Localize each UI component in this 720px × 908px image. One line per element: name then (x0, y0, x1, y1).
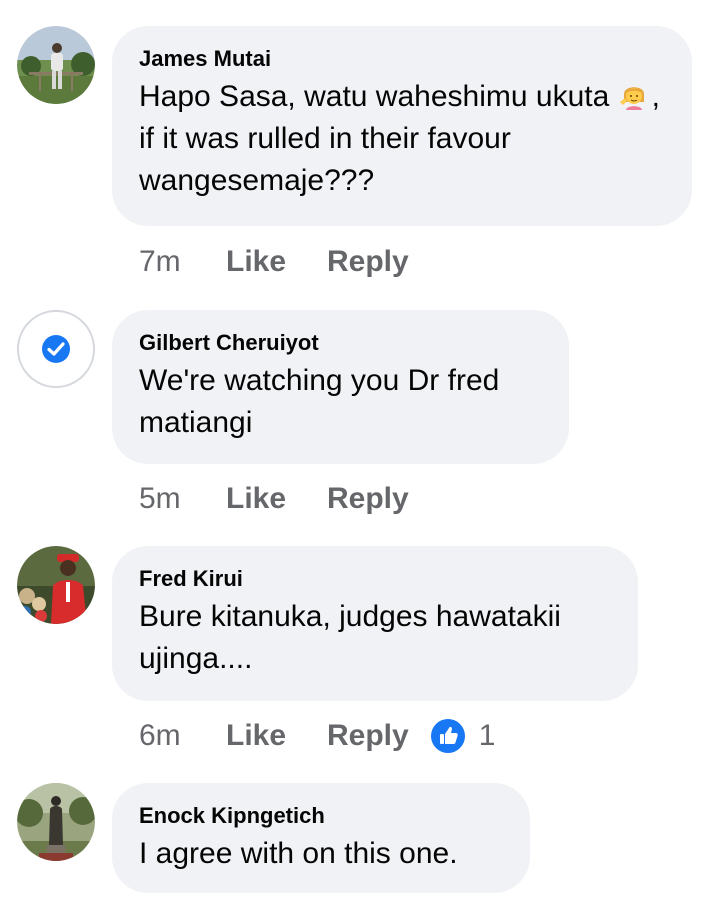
reply-button[interactable]: Reply (327, 482, 409, 516)
avatar-photo (17, 26, 95, 104)
comment-timestamp[interactable]: 6m (139, 719, 226, 753)
avatar-fred-kirui[interactable] (17, 546, 95, 624)
comment-timestamp[interactable]: 7m (139, 245, 226, 279)
comment-text: Hapo Sasa, watu waheshimu ukuta , if it … (139, 76, 664, 202)
comment-timestamp[interactable]: 5m (139, 482, 226, 516)
comment-bubble: James Mutai Hapo Sasa, watu waheshimu uk… (112, 26, 692, 226)
comment-actions: 5m Like Reply (139, 481, 409, 517)
comment-author[interactable]: Enock Kipngetich (139, 803, 502, 829)
comment-text: We're watching you Dr fred matiangi (139, 364, 500, 439)
avatar-james-mutai[interactable] (17, 26, 95, 104)
comment-author[interactable]: James Mutai (139, 46, 664, 72)
avatar-gilbert-cheruiyot[interactable] (17, 310, 95, 388)
comment-actions: 6m Like Reply 1 (139, 718, 495, 754)
comment-text: I agree with on this one. (139, 837, 458, 870)
check-circle-icon (42, 335, 70, 363)
comment-bubble: Fred Kirui Bure kitanuka, judges hawatak… (112, 546, 638, 701)
comment-author[interactable]: Fred Kirui (139, 566, 610, 592)
avatar-photo (17, 783, 95, 861)
comment-actions: 7m Like Reply (139, 244, 409, 280)
like-reaction-icon (430, 719, 465, 753)
avatar-photo (17, 546, 95, 624)
comment-bubble: Gilbert Cheruiyot We're watching you Dr … (112, 310, 569, 464)
comment-author[interactable]: Gilbert Cheruiyot (139, 330, 541, 356)
reactions-summary[interactable]: 1 (430, 719, 496, 753)
reaction-count: 1 (478, 719, 496, 752)
comment-text-part: Hapo Sasa, watu waheshimu ukuta (139, 80, 618, 113)
like-button[interactable]: Like (226, 245, 327, 279)
avatar-enock-kipngetich[interactable] (17, 783, 95, 861)
like-button[interactable]: Like (226, 719, 327, 753)
person-tipping-hand-icon (618, 80, 650, 112)
comment-text: Bure kitanuka, judges hawatakii ujinga..… (139, 600, 561, 675)
reply-button[interactable]: Reply (327, 245, 409, 279)
like-button[interactable]: Like (226, 482, 327, 516)
reply-button[interactable]: Reply (327, 719, 409, 753)
comment-bubble: Enock Kipngetich I agree with on this on… (112, 783, 530, 893)
